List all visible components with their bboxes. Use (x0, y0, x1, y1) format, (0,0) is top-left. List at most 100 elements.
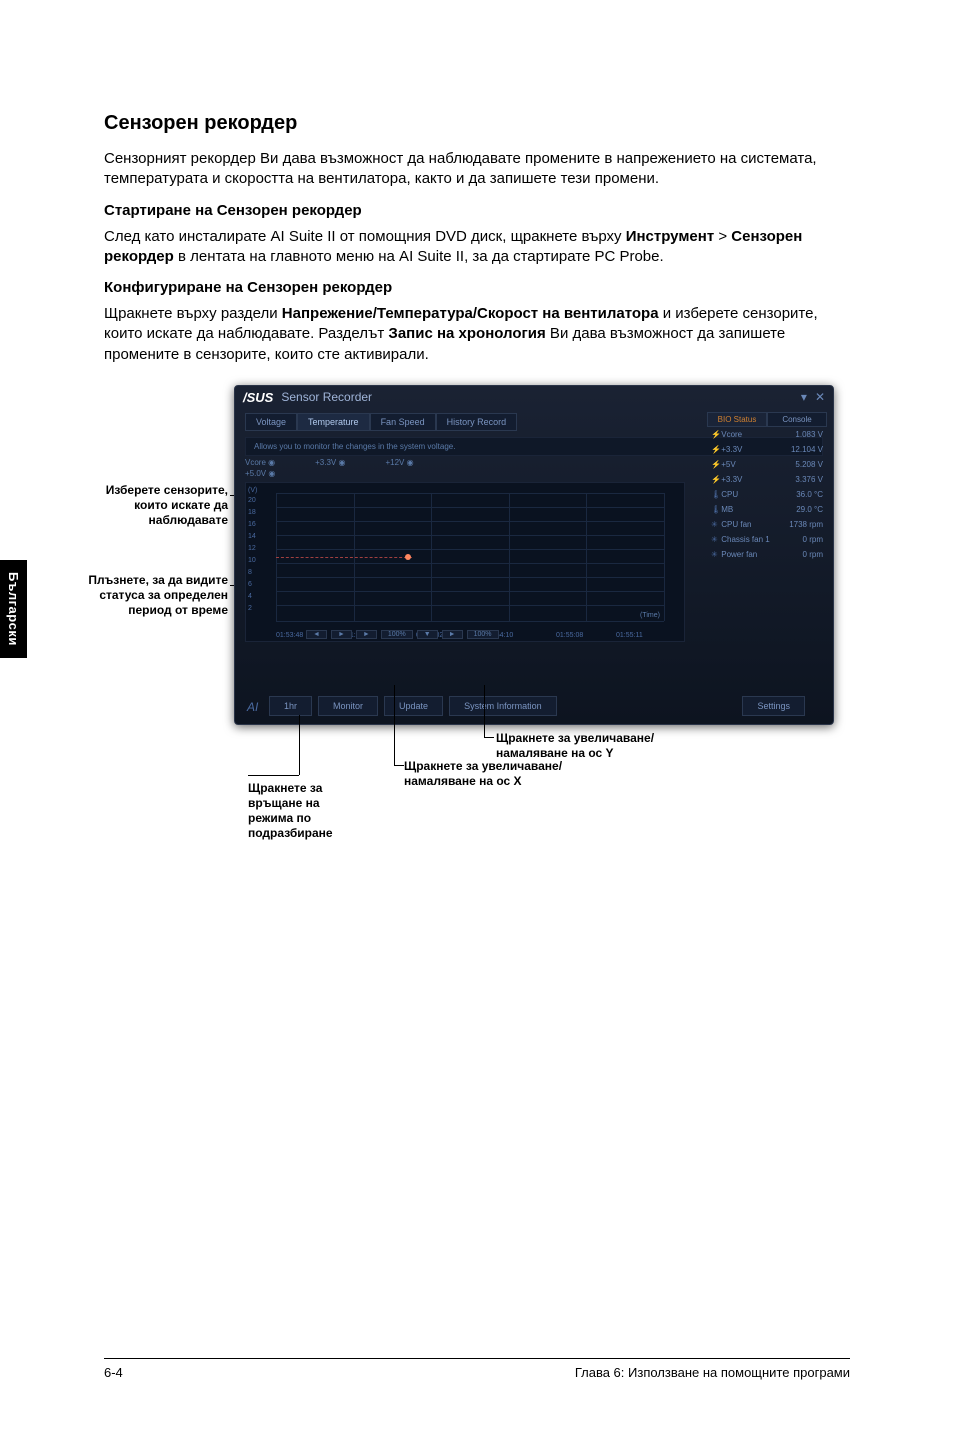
y-label: 6 (248, 581, 252, 588)
sensor-name: CPU fan (721, 520, 751, 529)
callout-zoom-x: Щракнете за увеличаване/ намаляване на о… (404, 759, 574, 789)
right-tabs: BIO Status Console (707, 412, 827, 427)
sensor-name: +5V (721, 460, 735, 469)
chart-area[interactable]: (V) 20 18 16 14 12 10 8 6 4 2 01:53:48 0… (245, 482, 685, 642)
btn-settings[interactable]: Settings (742, 696, 805, 716)
callout-select-sensors: Изберете сензорите, които искате да набл… (70, 483, 228, 528)
section2-paragraph: Щракнете върху раздели Напрежение/Темпер… (104, 304, 850, 365)
callout-line (484, 685, 485, 737)
callout-drag-status: Плъзнете, за да видите статуса за опреде… (70, 573, 228, 618)
text: > (714, 228, 731, 245)
y-label: 8 (248, 569, 252, 576)
ai-logo-icon: AI (243, 698, 263, 714)
btn-1hr[interactable]: 1hr (269, 696, 312, 716)
sensor-row: 🌡 CPU 36.0 °C (707, 487, 827, 502)
bolt-icon: ⚡ (711, 445, 719, 454)
chart-grid (276, 493, 664, 621)
close-icon[interactable]: ✕ (815, 390, 825, 404)
tab-history-record[interactable]: History Record (436, 413, 518, 431)
x-label: 01:55:11 (616, 632, 643, 639)
y-label: 16 (248, 521, 256, 528)
section1-heading: Стартиране на Сензорен рекордер (104, 202, 850, 219)
sensor-name: +3.3V (721, 445, 742, 454)
y-label: 12 (248, 545, 256, 552)
callout-line (394, 685, 395, 765)
sensor-row: ✳ CPU fan 1738 rpm (707, 517, 827, 532)
sensor-value: 3.376 V (795, 475, 823, 484)
text: Щракнете върху раздели (104, 305, 282, 322)
sensor-row: ⚡ +3.3V 3.376 V (707, 472, 827, 487)
minimize-icon[interactable]: ▾ (801, 390, 807, 404)
sensor-value: 1738 rpm (789, 520, 823, 529)
fan-icon: ✳ (711, 535, 719, 544)
sensor-row: ⚡ Vcore 1.083 V (707, 427, 827, 442)
tab-voltage[interactable]: Voltage (245, 413, 297, 431)
sensor-value: 5.208 V (795, 460, 823, 469)
y-label: 4 (248, 593, 252, 600)
fan-icon: ✳ (711, 550, 719, 559)
window-title: Sensor Recorder (281, 390, 372, 404)
sensor-list: ⚡ Vcore 1.083 V ⚡ +3.3V12.104 V ⚡ +5V 5.20… (707, 427, 827, 562)
sensor-row: ✳ Chassis fan 10 rpm (707, 532, 827, 547)
sensor-value: 36.0 °C (796, 490, 823, 499)
zoom-btn[interactable]: ◄ (306, 630, 327, 639)
zoom-btn[interactable]: ► (442, 630, 463, 639)
chart-line (276, 557, 412, 558)
check-vcore[interactable]: Vcore ◉ (245, 458, 275, 467)
sensor-row: 🌡 MB29.0 °C (707, 502, 827, 517)
zoom-y-value: 100% (467, 630, 499, 639)
x-unit: (Time) (640, 612, 660, 619)
sensor-value: 29.0 °C (796, 505, 823, 514)
y-label: 18 (248, 509, 256, 516)
intro-paragraph: Сензорният рекордер Ви дава възможност д… (104, 149, 850, 190)
x-label: 01:55:08 (556, 632, 583, 639)
callout-line (394, 765, 404, 766)
tab-bio-status[interactable]: BIO Status (707, 412, 767, 427)
bolt-icon: ⚡ (711, 475, 719, 484)
btn-update[interactable]: Update (384, 696, 443, 716)
sensor-name: +3.3V (721, 475, 742, 484)
callout-line (248, 775, 299, 776)
zoom-btn[interactable]: ► (356, 630, 377, 639)
bottom-button-row: AI 1hr Monitor Update System Information (243, 696, 557, 716)
page-title: Сензорен рекордер (104, 112, 850, 135)
zoom-btn[interactable]: ▼ (417, 630, 438, 639)
y-label: 20 (248, 497, 256, 504)
check-5v[interactable]: +5.0V ◉ (245, 469, 275, 478)
sensor-value: 0 rpm (803, 535, 823, 544)
page-content: Сензорен рекордер Сензорният рекордер Ви… (104, 112, 850, 895)
y-label: 2 (248, 605, 252, 612)
bolt-icon: ⚡ (711, 430, 719, 439)
page-number: 6-4 (104, 1365, 123, 1380)
btn-system-info[interactable]: System Information (449, 696, 557, 716)
y-label: 10 (248, 557, 256, 564)
sensor-name: MB (721, 505, 733, 514)
sensor-name: Vcore (721, 430, 742, 439)
check-33v[interactable]: +3.3V ◉ (315, 458, 345, 467)
check-12v[interactable]: +12V ◉ (385, 458, 413, 467)
zoom-btn[interactable]: ► (331, 630, 352, 639)
tab-fan-speed[interactable]: Fan Speed (370, 413, 436, 431)
callout-zoom-y: Щракнете за увеличаване/ намаляване на о… (496, 731, 716, 761)
sensor-name: CPU (721, 490, 738, 499)
zoom-x-value: 100% (381, 630, 413, 639)
figure-wrapper: Изберете сензорите, които искате да набл… (104, 385, 850, 895)
x-label: 01:53:48 (276, 632, 303, 639)
zoom-controls: ◄ ► ► 100% ▼ ► 100% (306, 630, 499, 639)
tab-console[interactable]: Console (767, 412, 827, 427)
fan-icon: ✳ (711, 520, 719, 529)
window-titlebar: /SUS Sensor Recorder ▾ ✕ (235, 386, 833, 409)
btn-monitor[interactable]: Monitor (318, 696, 378, 716)
sensor-value: 0 rpm (803, 550, 823, 559)
bold-text: Инструмент (626, 228, 714, 245)
sensor-row: ✳ Power fan0 rpm (707, 547, 827, 562)
chart-point (405, 554, 411, 560)
y-label: 14 (248, 533, 256, 540)
sensor-row: ⚡ +3.3V12.104 V (707, 442, 827, 457)
tab-temperature[interactable]: Temperature (297, 413, 370, 431)
thermometer-icon: 🌡 (711, 490, 719, 499)
bold-text: Напрежение/Температура/Скорост на вентил… (282, 305, 659, 322)
sensor-value: 1.083 V (795, 430, 823, 439)
language-tab: Български (0, 560, 27, 658)
asus-logo: /SUS (243, 390, 273, 405)
